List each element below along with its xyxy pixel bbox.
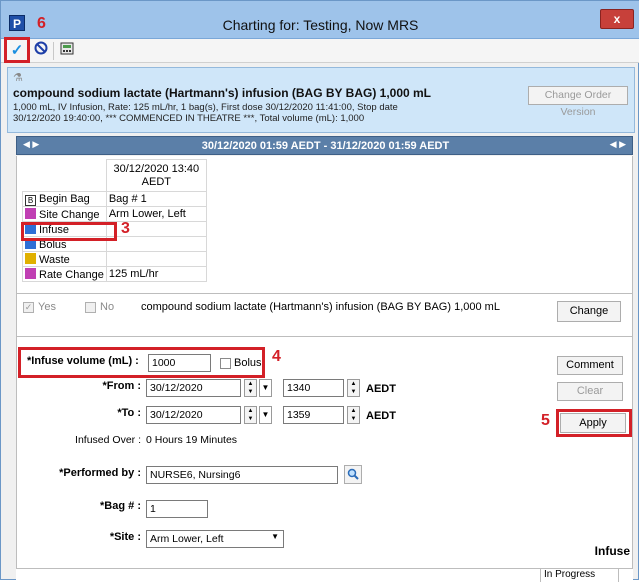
grid-row-label[interactable]: Waste: [22, 251, 107, 267]
annotation-number-4: 4: [272, 348, 281, 365]
cancel-icon[interactable]: [31, 41, 51, 61]
no-label: No: [100, 301, 115, 313]
performed-by-input[interactable]: NURSE6, Nursing6: [146, 466, 338, 484]
grid-row-label[interactable]: Site Change: [22, 206, 107, 222]
site-select-value: Arm Lower, Left: [150, 533, 224, 545]
charting-window: P Charting for: Testing, Now MRS x ✓ 6 ⚗…: [0, 0, 639, 582]
calculator-icon[interactable]: [57, 41, 77, 61]
to-timezone: AEDT: [366, 410, 396, 422]
grid-row-label-text: Waste: [39, 253, 70, 266]
to-date-input[interactable]: 30/12/2020: [146, 406, 241, 424]
to-time-input[interactable]: 1359: [283, 406, 344, 424]
from-label: *From :: [102, 380, 142, 392]
waste-icon: [25, 252, 36, 264]
site-label: *Site :: [109, 531, 141, 543]
grid-header-row: 30/12/2020 13:40 AEDT: [23, 159, 207, 192]
order-detail: 1,000 mL, IV Infusion, Rate: 125 mL/hr, …: [13, 102, 493, 124]
comment-button[interactable]: Comment: [557, 356, 623, 375]
date-range-navbar: ◀ ▶ 30/12/2020 01:59 AEDT - 31/12/2020 0…: [16, 136, 633, 155]
annotation-number-5: 5: [541, 412, 550, 429]
infused-over-label: Infused Over :: [75, 434, 141, 446]
toolbar-divider: [53, 42, 54, 60]
yes-label: Yes: [38, 301, 56, 313]
grid-header-cell: 30/12/2020 13:40 AEDT: [105, 159, 207, 192]
yes-checkbox[interactable]: ✓: [23, 302, 34, 313]
grid-row-waste[interactable]: Waste: [22, 251, 207, 267]
status-bar: In Progress: [16, 568, 633, 582]
from-date-spinner[interactable]: ▲ ▼: [244, 379, 257, 397]
change-order-version-button[interactable]: Change Order Version: [528, 86, 628, 118]
grid-cell[interactable]: Bag # 1: [105, 191, 207, 207]
from-timezone: AEDT: [366, 383, 396, 395]
from-date-input[interactable]: 30/12/2020: [146, 379, 241, 397]
performed-by-label: *Performed by :: [59, 467, 141, 479]
grid-row-label-text: Begin Bag: [39, 192, 90, 205]
bag-number-label: *Bag # :: [100, 500, 141, 512]
title-bar: P Charting for: Testing, Now MRS x: [1, 1, 639, 39]
annotation-box-4: [18, 347, 265, 378]
order-detail-line: 30/12/2020 19:40:00, *** COMMENCED IN TH…: [13, 113, 365, 124]
site-select[interactable]: Arm Lower, Left ▼: [146, 530, 284, 548]
no-checkbox[interactable]: [85, 302, 96, 313]
status-text: In Progress: [540, 569, 618, 582]
from-time-spinner[interactable]: ▲ ▼: [347, 379, 360, 397]
confirm-order-text: compound sodium lactate (Hartmann's) inf…: [141, 301, 500, 313]
date-range-label: 30/12/2020 01:59 AEDT - 31/12/2020 01:59…: [201, 140, 450, 152]
grid-row-site-change[interactable]: Site Change Arm Lower, Left: [22, 206, 207, 222]
window-title: Charting for: Testing, Now MRS: [222, 17, 419, 33]
annotation-number-6: 6: [37, 15, 46, 32]
grid-row-label[interactable]: Rate Change: [22, 266, 107, 282]
site-change-icon: [25, 207, 36, 219]
section-title: Infuse: [594, 544, 630, 558]
grid-row-label-text: Site Change: [39, 208, 100, 221]
grid-header-tz: AEDT: [141, 175, 171, 188]
grid-row-begin-bag[interactable]: B Begin Bag Bag # 1: [22, 191, 207, 207]
annotation-box-3: [21, 222, 117, 241]
search-icon[interactable]: [344, 465, 362, 484]
grid-cell[interactable]: [105, 236, 207, 252]
resize-grip[interactable]: [618, 569, 633, 582]
annotation-number-3: 3: [121, 220, 130, 237]
grid-row-label-text: Rate Change: [39, 268, 104, 281]
rate-change-icon: [25, 267, 36, 279]
grid-cell[interactable]: [105, 251, 207, 267]
grid-row-rate-change[interactable]: Rate Change 125 mL/hr: [22, 266, 207, 282]
infused-over-value: 0 Hours 19 Minutes: [146, 434, 238, 446]
order-title: compound sodium lactate (Hartmann's) inf…: [13, 86, 432, 100]
bag-number-input[interactable]: 1: [146, 500, 208, 518]
confirm-panel: ✓ Yes No compound sodium lactate (Hartma…: [16, 293, 633, 337]
clear-button[interactable]: Clear: [557, 382, 623, 401]
grid-header-blank: [23, 160, 107, 192]
toolbar: ✓: [1, 39, 639, 63]
nav-next-icon[interactable]: ◀ ▶: [610, 139, 626, 150]
change-button[interactable]: Change: [557, 301, 621, 322]
order-detail-line: 1,000 mL, IV Infusion, Rate: 125 mL/hr, …: [13, 102, 398, 113]
from-time-input[interactable]: 1340: [283, 379, 344, 397]
begin-bag-icon: B: [25, 194, 36, 206]
from-date-dropdown[interactable]: ▼: [259, 379, 272, 397]
medication-icon: ⚗: [13, 72, 23, 84]
chevron-down-icon: ▼: [271, 532, 279, 541]
to-date-dropdown[interactable]: ▼: [259, 406, 272, 424]
close-button[interactable]: x: [600, 9, 634, 29]
annotation-box-6: [4, 37, 30, 63]
grid-cell[interactable]: 125 mL/hr: [105, 266, 207, 282]
annotation-box-5: [556, 409, 632, 437]
order-panel: ⚗ compound sodium lactate (Hartmann's) i…: [7, 67, 635, 133]
grid-header-date: 30/12/2020 13:40: [113, 162, 200, 175]
to-time-spinner[interactable]: ▲ ▼: [347, 406, 360, 424]
task-grid-table: 30/12/2020 13:40 AEDT B Begin Bag Bag # 1…: [22, 159, 207, 282]
grid-row-label[interactable]: B Begin Bag: [22, 191, 107, 207]
to-date-spinner[interactable]: ▲ ▼: [244, 406, 257, 424]
to-label: *To :: [117, 407, 141, 419]
